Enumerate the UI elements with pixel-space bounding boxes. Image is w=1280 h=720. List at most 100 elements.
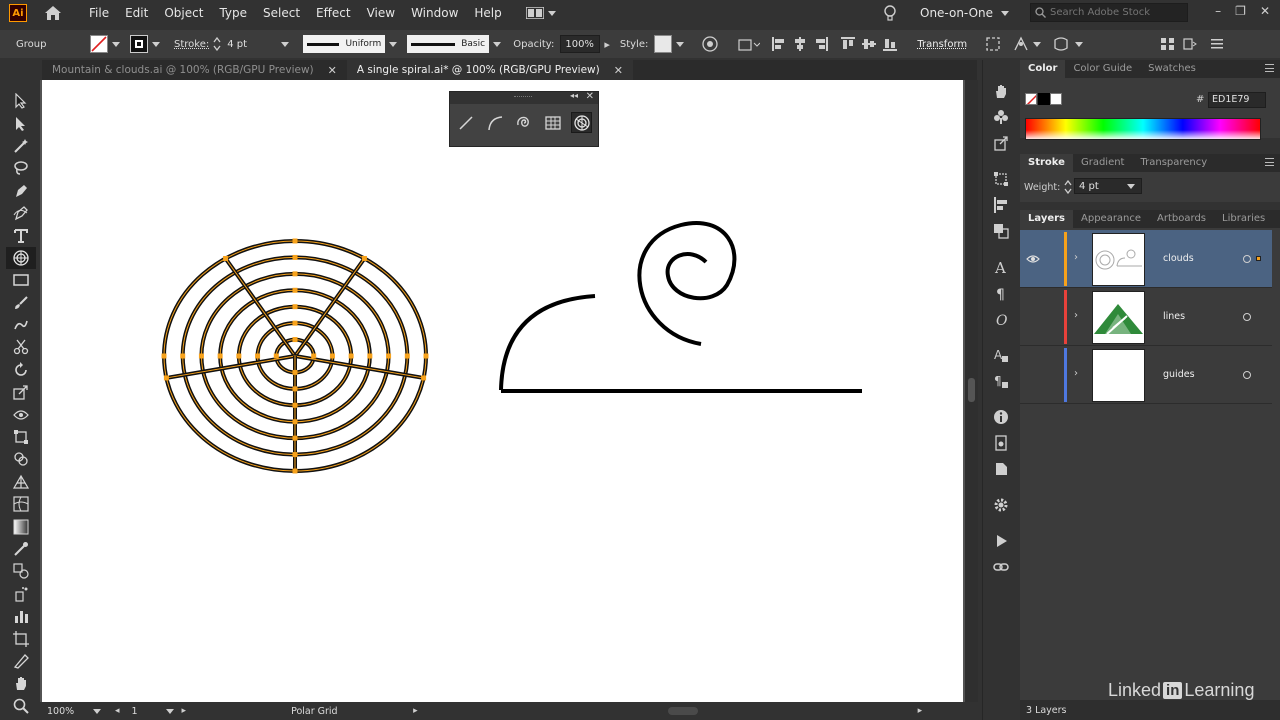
layer-row-lines[interactable]: › lines	[1020, 288, 1272, 346]
stepper-icon[interactable]	[1064, 180, 1072, 194]
close-icon[interactable]: ✕	[614, 64, 623, 77]
menu-object[interactable]: Object	[156, 0, 211, 26]
tab-gradient[interactable]: Gradient	[1073, 154, 1133, 172]
align-center-icon[interactable]	[793, 37, 807, 51]
slice-tool[interactable]	[6, 650, 36, 672]
tab-libraries[interactable]: Libraries	[1214, 210, 1273, 228]
isolate-group-icon[interactable]	[985, 36, 1001, 52]
distribute-icon[interactable]	[1161, 37, 1175, 51]
character-styles-panel-button[interactable]: A	[983, 342, 1019, 368]
selection-tool[interactable]	[6, 90, 36, 112]
chevron-down-icon[interactable]	[1033, 41, 1042, 47]
tab-color[interactable]: Color	[1020, 60, 1066, 78]
status-menu-icon[interactable]: ▸	[413, 706, 418, 716]
target-icon[interactable]	[1243, 255, 1251, 263]
eye-icon[interactable]	[1026, 254, 1040, 264]
layer-row-clouds[interactable]: › clouds	[1020, 230, 1272, 288]
align-right-icon[interactable]	[814, 37, 829, 51]
chevron-down-icon[interactable]	[165, 708, 174, 714]
select-similar-icon[interactable]	[1183, 37, 1198, 51]
chevron-down-icon[interactable]	[389, 41, 398, 47]
arc-tool[interactable]	[484, 112, 505, 133]
chevron-down-icon[interactable]	[1127, 184, 1135, 189]
eyedropper-tool[interactable]	[6, 538, 36, 560]
gradient-tool[interactable]	[6, 515, 36, 537]
panel-header[interactable]: ◂◂ ✕	[450, 91, 598, 104]
vertical-scrollbar[interactable]	[965, 80, 978, 702]
arrange-documents-button[interactable]	[525, 7, 556, 19]
paintbrush-tool[interactable]	[6, 292, 36, 314]
opacity-label[interactable]: Opacity:	[513, 39, 554, 50]
search-stock-field[interactable]	[1030, 3, 1188, 22]
stroke-weight-field[interactable]: 4 pt	[223, 35, 281, 53]
rectangular-grid-tool[interactable]	[542, 112, 563, 133]
settings-panel-button[interactable]	[983, 492, 1019, 518]
scroll-right-icon[interactable]: ▸	[918, 706, 923, 716]
hand-tool[interactable]	[6, 672, 36, 694]
collapse-icon[interactable]: ◂◂	[570, 91, 578, 100]
css-properties-panel-button[interactable]	[983, 456, 1019, 482]
polar-grid-tool-button[interactable]	[571, 112, 592, 133]
paragraph-panel-button[interactable]: ¶	[983, 280, 1019, 306]
expand-chevron-icon[interactable]: ›	[1074, 310, 1078, 321]
polar-grid-tool[interactable]	[6, 246, 36, 270]
transform-panel-button[interactable]	[983, 166, 1019, 192]
layer-name[interactable]: lines	[1163, 311, 1185, 322]
panel-menu-icon[interactable]	[1265, 158, 1274, 166]
free-transform-tool[interactable]	[6, 426, 36, 448]
puppet-warp-icon[interactable]	[1013, 36, 1029, 52]
tab-single-spiral[interactable]: A single spiral.ai* @ 100% (RGB/GPU Prev…	[346, 60, 633, 80]
align-to-icon[interactable]	[738, 37, 761, 51]
horizontal-scroll-thumb[interactable]	[667, 707, 698, 715]
document-info-panel-button[interactable]	[983, 404, 1019, 430]
hex-color-field[interactable]: ED1E79	[1208, 92, 1266, 108]
zoom-tool[interactable]	[6, 695, 36, 717]
scissors-tool[interactable]	[6, 336, 36, 358]
align-bottom-icon[interactable]	[883, 37, 898, 51]
recolor-artwork-icon[interactable]	[702, 36, 719, 52]
actions-panel-button[interactable]	[983, 528, 1019, 554]
blend-tool[interactable]	[6, 560, 36, 582]
menu-file[interactable]: File	[81, 0, 117, 26]
envelope-distort-icon[interactable]	[1053, 36, 1069, 52]
menu-type[interactable]: Type	[211, 0, 255, 26]
spiral-tool[interactable]	[513, 112, 534, 133]
rectangle-tool[interactable]	[6, 269, 36, 291]
perspective-grid-tool[interactable]	[6, 471, 36, 493]
artboard-number[interactable]: 1	[132, 706, 166, 717]
menu-view[interactable]: View	[359, 0, 403, 26]
white-swatch[interactable]	[1050, 93, 1062, 105]
chevron-down-icon[interactable]	[93, 708, 101, 714]
links-chain-panel-button[interactable]	[983, 554, 1019, 580]
zoom-level[interactable]: 100%	[47, 706, 87, 717]
control-bar-menu-icon[interactable]	[1211, 39, 1224, 49]
chevron-down-icon[interactable]	[112, 41, 120, 47]
character-panel-button[interactable]: A	[983, 254, 1019, 280]
tab-swatches[interactable]: Swatches	[1140, 60, 1204, 78]
opacity-field[interactable]: 100%	[560, 35, 601, 53]
chevron-down-icon[interactable]	[152, 41, 160, 47]
symbol-sprayer-tool[interactable]	[6, 583, 36, 605]
menu-select[interactable]: Select	[255, 0, 308, 26]
tab-appearance[interactable]: Appearance	[1073, 210, 1149, 228]
chevron-down-icon[interactable]	[676, 41, 685, 47]
rotate-tool[interactable]	[6, 359, 36, 381]
chevron-down-icon[interactable]	[493, 41, 502, 47]
variable-width-profile[interactable]: Uniform	[303, 35, 386, 53]
chevron-down-icon[interactable]	[1075, 41, 1084, 47]
artboard-tool[interactable]	[6, 627, 36, 649]
tab-mountain-clouds[interactable]: Mountain & clouds.ai @ 100% (RGB/GPU Pre…	[42, 60, 347, 80]
align-middle-icon[interactable]	[862, 37, 877, 51]
search-input[interactable]	[1050, 7, 1180, 18]
shaper-tool[interactable]	[6, 314, 36, 336]
artboard[interactable]	[42, 80, 963, 702]
curvature-tool[interactable]	[6, 202, 36, 224]
minimize-icon[interactable]: –	[1215, 4, 1221, 18]
selection-indicator[interactable]	[1256, 256, 1261, 261]
tab-layers[interactable]: Layers	[1020, 210, 1073, 228]
line-segment-tool[interactable]	[455, 112, 476, 133]
column-graph-tool[interactable]	[6, 605, 36, 627]
stepper-icon[interactable]	[213, 37, 221, 51]
tab-color-guide[interactable]: Color Guide	[1065, 60, 1140, 78]
menu-window[interactable]: Window	[403, 0, 466, 26]
